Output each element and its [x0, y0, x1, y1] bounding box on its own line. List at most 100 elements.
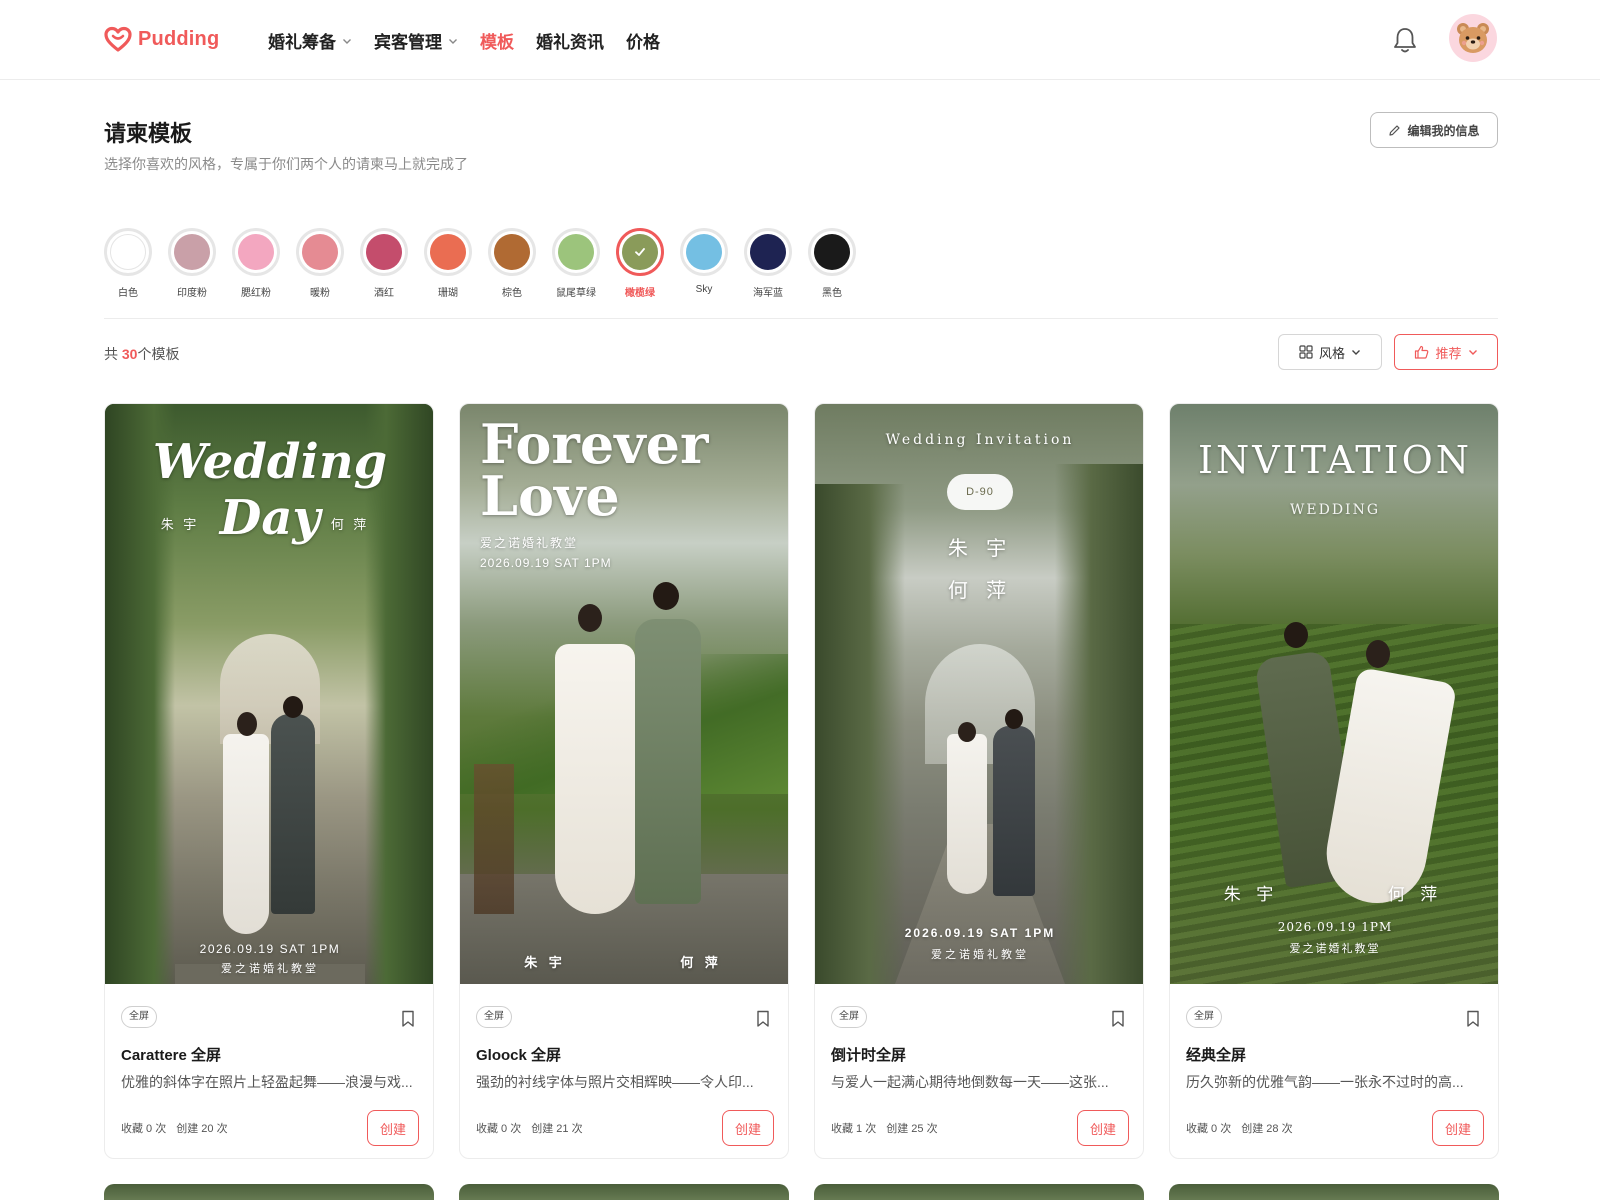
- nav-guest-management[interactable]: 宾客管理: [374, 28, 458, 53]
- template-card[interactable]: INVITATION WEDDING 朱 宇 何 萍 2026.09.19 1P…: [1169, 403, 1499, 1159]
- card-body: 全屏 Gloock 全屏 强劲的衬线字体与照片交相辉映——令人印... 收藏 0…: [460, 984, 788, 1158]
- preview-venue: 爱之诺婚礼教堂: [1289, 943, 1381, 955]
- color-swatch[interactable]: 暖粉: [296, 228, 344, 299]
- color-swatch[interactable]: 橄榄绿: [616, 228, 664, 299]
- preview-date: 2026.09.19 SAT 1PM: [480, 556, 612, 570]
- swatch-ring: [680, 228, 728, 276]
- style-filter-dropdown[interactable]: 风格: [1278, 334, 1382, 370]
- swatch-color: [750, 234, 786, 270]
- main-nav: 婚礼筹备 宾客管理 模板 婚礼资讯 价格: [268, 28, 660, 53]
- color-swatch[interactable]: 白色: [104, 228, 152, 299]
- color-swatch[interactable]: 印度粉: [168, 228, 216, 299]
- template-card-peek[interactable]: [814, 1184, 1144, 1200]
- color-swatch[interactable]: 珊瑚: [424, 228, 472, 299]
- create-count: 创建 20 次: [176, 1123, 228, 1135]
- swatch-label: Sky: [695, 284, 713, 295]
- preview-bride-name: 何 萍: [1387, 885, 1443, 905]
- sort-dropdown[interactable]: 推荐: [1394, 334, 1498, 370]
- template-card-peek[interactable]: [459, 1184, 789, 1200]
- fullscreen-badge: 全屏: [1186, 1006, 1222, 1028]
- swatch-ring: [424, 228, 472, 276]
- swatch-color: [366, 234, 402, 270]
- nav-templates[interactable]: 模板: [480, 28, 514, 53]
- nav-wedding-planning[interactable]: 婚礼筹备: [268, 28, 352, 53]
- swatch-ring: [296, 228, 344, 276]
- template-card[interactable]: Wedding Day 朱 宇 何 萍 2026.09.19 SAT 1PM 爱…: [104, 403, 434, 1159]
- preview-title: INVITATION: [1197, 438, 1473, 482]
- favorite-count: 收藏 0 次: [476, 1123, 522, 1135]
- logo[interactable]: Pudding: [104, 26, 219, 52]
- preview-groom-name: 朱 宇: [947, 536, 1013, 560]
- swatch-ring: [168, 228, 216, 276]
- swatch-label: 白色: [118, 288, 138, 299]
- preview-date: 2026.09.19 SAT 1PM: [199, 942, 341, 956]
- create-button[interactable]: 创建: [1077, 1110, 1129, 1146]
- preview-title-line1: Forever: [480, 412, 709, 476]
- template-preview-image[interactable]: Wedding Invitation D-90 朱 宇 何 萍 2026.09.…: [815, 404, 1143, 984]
- template-preview-image[interactable]: INVITATION WEDDING 朱 宇 何 萍 2026.09.19 1P…: [1170, 404, 1498, 984]
- template-grid: Wedding Day 朱 宇 何 萍 2026.09.19 SAT 1PM 爱…: [104, 403, 1499, 1159]
- swatch-color: [494, 234, 530, 270]
- color-swatch[interactable]: 黑色: [808, 228, 856, 299]
- color-swatch[interactable]: 鼠尾草绿: [552, 228, 600, 299]
- create-button[interactable]: 创建: [1432, 1110, 1484, 1146]
- preview-title-line2: Love: [480, 464, 620, 528]
- chevron-down-icon: [343, 38, 351, 44]
- nav-label: 价格: [626, 33, 660, 52]
- preview-date: 2026.09.19 SAT 1PM: [904, 926, 1056, 940]
- favorite-count: 收藏 0 次: [1186, 1123, 1232, 1135]
- template-name: 倒计时全屏: [831, 1047, 907, 1064]
- divider: [104, 318, 1498, 319]
- create-button[interactable]: 创建: [367, 1110, 419, 1146]
- swatch-color: [622, 234, 658, 270]
- swatch-ring: [360, 228, 408, 276]
- create-button[interactable]: 创建: [722, 1110, 774, 1146]
- thumbs-up-icon: [1415, 345, 1429, 359]
- template-name: Carattere 全屏: [121, 1047, 222, 1064]
- swatch-label: 珊瑚: [438, 288, 458, 299]
- preview-venue: 爱之诺婚礼教堂: [931, 949, 1029, 961]
- edit-my-info-label: 编辑我的信息: [1407, 123, 1480, 138]
- logo-text: Pudding: [138, 27, 220, 50]
- create-count: 创建 25 次: [886, 1123, 938, 1135]
- template-stats: 收藏 0 次 创建 21 次: [476, 1120, 583, 1136]
- template-preview-image[interactable]: Wedding Day 朱 宇 何 萍 2026.09.19 SAT 1PM 爱…: [105, 404, 433, 984]
- swatch-label: 暖粉: [310, 288, 330, 299]
- template-card[interactable]: Wedding Invitation D-90 朱 宇 何 萍 2026.09.…: [814, 403, 1144, 1159]
- template-stats: 收藏 1 次 创建 25 次: [831, 1120, 938, 1136]
- color-swatch[interactable]: 海军蓝: [744, 228, 792, 299]
- color-swatch[interactable]: 酒红: [360, 228, 408, 299]
- swatch-color: [814, 234, 850, 270]
- preview-venue: 爱之诺婚礼教堂: [480, 536, 579, 550]
- page-subtitle: 选择你喜欢的风格，专属于你们两个人的请柬马上就完成了: [104, 156, 468, 172]
- nav-wedding-news[interactable]: 婚礼资讯: [536, 28, 604, 53]
- color-swatch[interactable]: Sky: [680, 228, 728, 299]
- color-swatch[interactable]: 腮红粉: [232, 228, 280, 299]
- template-preview-image[interactable]: Forever Love 爱之诺婚礼教堂 2026.09.19 SAT 1PM …: [460, 404, 788, 984]
- swatch-color: [686, 234, 722, 270]
- avatar[interactable]: [1449, 14, 1497, 62]
- bookmark-icon[interactable]: [401, 1010, 415, 1028]
- preview-date: 2026.09.19 1PM: [1277, 920, 1393, 934]
- template-card-peek[interactable]: [104, 1184, 434, 1200]
- bookmark-icon[interactable]: [756, 1010, 770, 1028]
- preview-venue: 爱之诺婚礼教堂: [221, 963, 319, 975]
- swatch-color: [110, 234, 146, 270]
- color-swatch[interactable]: 棕色: [488, 228, 536, 299]
- template-card-peek[interactable]: [1169, 1184, 1499, 1200]
- swatch-label: 印度粉: [177, 288, 207, 299]
- chevron-down-icon: [1352, 350, 1360, 355]
- bookmark-icon[interactable]: [1466, 1010, 1480, 1028]
- nav-label: 婚礼资讯: [536, 33, 604, 52]
- edit-my-info-button[interactable]: 编辑我的信息: [1370, 112, 1498, 148]
- bell-icon[interactable]: [1392, 26, 1418, 54]
- swatch-ring: [232, 228, 280, 276]
- countdown-text: D-90: [966, 486, 994, 498]
- nav-pricing[interactable]: 价格: [626, 28, 660, 53]
- card-body: 全屏 Carattere 全屏 优雅的斜体字在照片上轻盈起舞——浪漫与戏... …: [105, 984, 433, 1158]
- bookmark-icon[interactable]: [1111, 1010, 1125, 1028]
- create-count: 创建 28 次: [1241, 1123, 1293, 1135]
- preview-subtitle: WEDDING: [1289, 502, 1381, 518]
- template-card[interactable]: Forever Love 爱之诺婚礼教堂 2026.09.19 SAT 1PM …: [459, 403, 789, 1159]
- heart-logo-icon: [104, 26, 132, 52]
